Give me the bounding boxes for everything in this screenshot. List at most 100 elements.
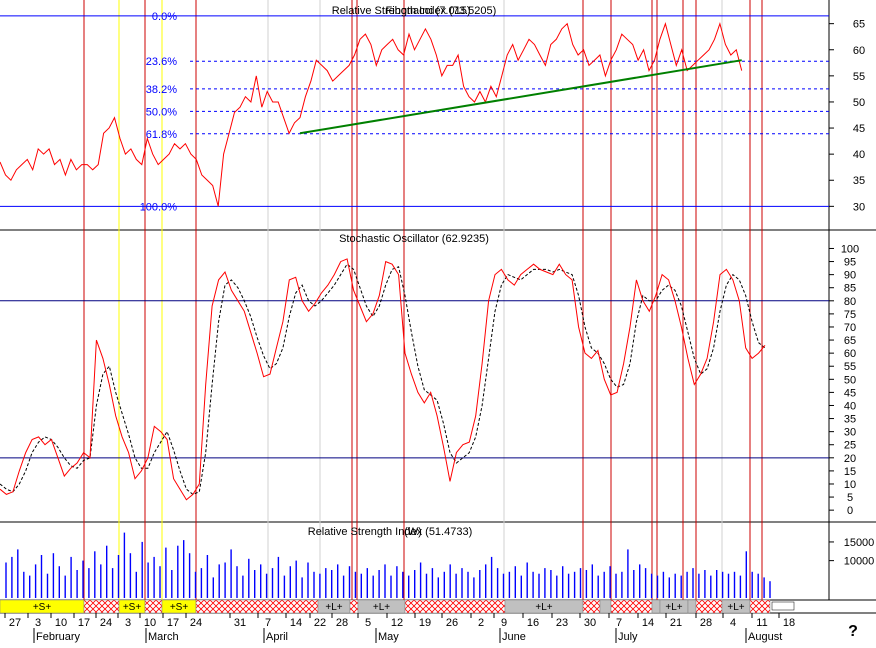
x-month-label: August <box>748 631 782 643</box>
trendline <box>299 59 742 135</box>
stochastic-y-axis: 1009590858075706560555045403530252015105… <box>829 243 859 517</box>
x-day-label: 24 <box>100 617 112 629</box>
signal-segment-hatch <box>404 599 506 614</box>
stochastic-tick-label: 85 <box>844 283 856 295</box>
stochastic-panel: 1009590858075706560555045403530252015105… <box>0 233 859 517</box>
signal-segment-hatch <box>195 599 319 614</box>
x-day-label: 18 <box>783 617 795 629</box>
stochastic-tick-label: 90 <box>844 270 856 282</box>
x-day-label: 14 <box>642 617 654 629</box>
x-day-label: 24 <box>190 617 202 629</box>
x-day-label: 28 <box>336 617 348 629</box>
stochastic-tick-label: 5 <box>847 492 853 504</box>
x-day-label: 10 <box>55 617 67 629</box>
stochastic-tick-label: 70 <box>844 322 856 334</box>
stochastic-title: Stochastic Oscillator (62.9235) <box>339 233 489 245</box>
stochastic-tick-label: 95 <box>844 257 856 269</box>
help-icon[interactable]: ? <box>848 623 858 640</box>
x-day-label: 31 <box>234 617 246 629</box>
stochastic-tick-label: 30 <box>844 427 856 439</box>
stochastic-tick-label: 10 <box>844 479 856 491</box>
x-day-label: 7 <box>616 617 622 629</box>
signal-label: +L+ <box>325 602 342 613</box>
x-day-label: 21 <box>670 617 682 629</box>
signal-label: +L+ <box>535 602 552 613</box>
rsi-tick-label: 30 <box>853 201 865 213</box>
x-day-label: 12 <box>391 617 403 629</box>
x-month-label: June <box>502 631 526 643</box>
signal-segment-hatch <box>144 599 163 614</box>
stochastic-tick-label: 55 <box>844 361 856 373</box>
x-day-label: 5 <box>365 617 371 629</box>
x-month-label: May <box>378 631 399 643</box>
x-day-label: 14 <box>290 617 302 629</box>
stochastic-tick-label: 40 <box>844 400 856 412</box>
x-day-label: 23 <box>556 617 568 629</box>
rsi-tick-label: 65 <box>853 19 865 31</box>
x-day-label: 19 <box>419 617 431 629</box>
volume-y-axis: 15000 10000 <box>829 537 874 568</box>
x-day-label: 17 <box>167 617 179 629</box>
fib-level-label: 50.0% <box>146 106 177 118</box>
x-day-label: 30 <box>584 617 596 629</box>
stochastic-tick-label: 100 <box>841 243 859 255</box>
x-day-label: 3 <box>35 617 41 629</box>
stochastic-levels <box>0 300 829 459</box>
rsi-title: Relative Strength Index (73.5205) Fibona… <box>332 5 497 17</box>
x-day-label: 3 <box>125 617 131 629</box>
rsi-tick-label: 60 <box>853 45 865 57</box>
volume-title: Relative Strength Index (51.4733) <box>308 526 473 538</box>
rsi-tick-label: 55 <box>853 71 865 83</box>
stochastic-tick-label: 80 <box>844 296 856 308</box>
signal-bar: +S+ +S+ +S+ +L+ +L+ +L+ +L+ +L+ <box>0 599 795 614</box>
x-day-label: 9 <box>501 617 507 629</box>
signal-label: +S+ <box>170 602 189 613</box>
x-day-label: 26 <box>446 617 458 629</box>
rsi-series-line <box>0 21 743 207</box>
chart-window: 0.0% 23.6% 38.2% 50.0% 61.8% 100.0% 65 60 55 50 4… <box>0 0 876 643</box>
volume-panel: 15000 10000 Relative Strength Index (51.4… <box>5 526 874 598</box>
signal-segment-hatch <box>83 599 120 614</box>
x-month-label: March <box>148 631 179 643</box>
stochastic-tick-label: 45 <box>844 387 856 399</box>
fib-level-label: 0.0% <box>152 11 177 23</box>
x-day-label: 10 <box>144 617 156 629</box>
chart-canvas: 0.0%23.6%38.2%50.0%61.8%100.0% 656055504… <box>0 0 876 643</box>
signal-vertical-lines <box>83 0 763 600</box>
fib-level-label: 38.2% <box>146 84 177 96</box>
stochastic-tick-label: 35 <box>844 414 856 426</box>
rsi-tick-label: 50 <box>853 97 865 109</box>
signal-label: +L+ <box>727 602 744 613</box>
stochastic-tick-label: 20 <box>844 453 856 465</box>
signal-segment-gray <box>651 599 661 614</box>
rsi-fibonacci-panel: 0.0% 23.6% 38.2% 50.0% 61.8% 100.0% 65 60 55 50 4… <box>0 5 865 213</box>
stochastic-d-line <box>0 263 766 495</box>
stochastic-tick-label: 50 <box>844 374 856 386</box>
scroll-indicator <box>771 601 795 611</box>
signal-segment-hatch <box>349 599 359 614</box>
signal-segment-gray <box>687 599 697 614</box>
rsi-tick-label: 40 <box>853 149 865 161</box>
x-day-label: 17 <box>78 617 90 629</box>
x-day-label: 27 <box>9 617 21 629</box>
x-axis: 27 3 10 17 24 3 10 17 24 31 7 14 22 28 5 12 19 26 2 9 16 23 30… <box>4 613 795 643</box>
x-day-label: 16 <box>527 617 539 629</box>
stochastic-tick-label: 25 <box>844 440 856 452</box>
panel-frames <box>0 0 876 614</box>
stochastic-tick-label: 0 <box>847 505 853 517</box>
signal-segment-hatch <box>695 599 723 614</box>
x-month-label: April <box>266 631 288 643</box>
signal-label: +L+ <box>665 602 682 613</box>
volume-tick-label: 10000 <box>844 556 875 568</box>
x-day-label: 7 <box>265 617 271 629</box>
volume-tick-label: 15000 <box>844 537 875 549</box>
x-day-label: 4 <box>730 617 736 629</box>
signal-label: +S+ <box>123 602 142 613</box>
signal-segment-hatch <box>610 599 653 614</box>
rsi-tick-label: 35 <box>853 175 865 187</box>
volume-bars <box>5 532 771 598</box>
signal-segment-hatch <box>749 599 771 614</box>
stochastic-tick-label: 75 <box>844 309 856 321</box>
stochastic-tick-label: 60 <box>844 348 856 360</box>
x-day-label: 28 <box>700 617 712 629</box>
